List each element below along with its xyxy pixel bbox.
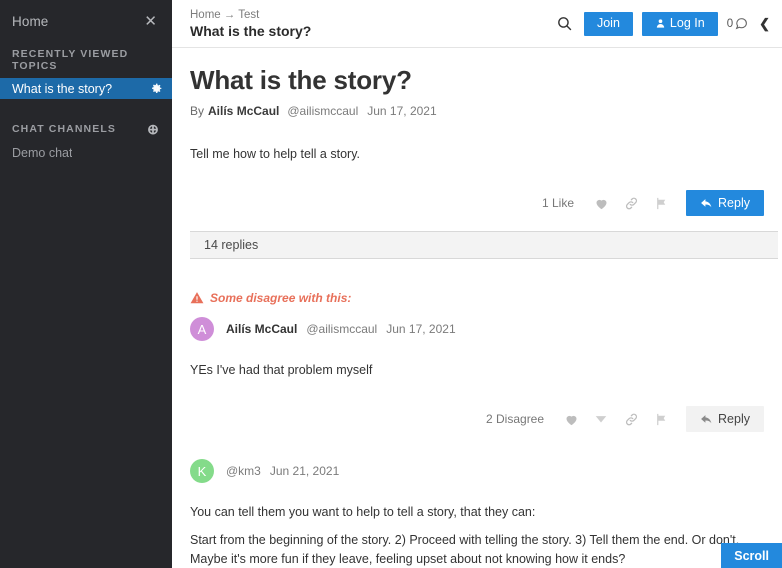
breadcrumb: Home → Test [190, 8, 555, 22]
sidebar-section-recent: RECENTLY VIEWED TOPICS [0, 42, 172, 78]
reply-post-2: K @km3 Jun 21, 2021 You can tell them yo… [172, 459, 782, 568]
avatar[interactable]: A [190, 317, 214, 341]
like-count: 1 Like [542, 196, 575, 210]
byline-handle[interactable]: @ailismccaul [287, 104, 358, 118]
close-icon[interactable]: ✕ [141, 12, 160, 31]
heart-icon[interactable] [586, 192, 616, 214]
gear-icon[interactable] [150, 82, 163, 95]
reply-author[interactable]: Ailís McCaul [226, 322, 297, 336]
chevron-left-icon[interactable]: ❮ [757, 16, 770, 32]
reply-arrow-icon [700, 413, 713, 426]
link-icon[interactable] [616, 408, 646, 430]
page-title: What is the story? [190, 22, 312, 39]
topic-content: What is the story? By Ailís McCaul @aili… [172, 48, 782, 568]
breadcrumb-home[interactable]: Home [190, 9, 221, 21]
sidebar-item-label: What is the story? [12, 81, 113, 96]
reply-date: Jun 17, 2021 [386, 322, 456, 336]
byline-by-label: By [190, 104, 205, 118]
reply-button-label: Reply [718, 412, 750, 426]
header-actions: Join Log In 0 ❮ [555, 11, 770, 36]
reply-actionbar: 2 Disagree Reply [190, 406, 768, 432]
disagree-notice: Some disagree with this: [190, 291, 768, 305]
sidebar-item-what-is-the-story[interactable]: What is the story? [0, 78, 172, 99]
heart-icon[interactable] [556, 408, 586, 430]
reply-paragraph: YEs I've had that problem myself [190, 363, 373, 377]
byline-author[interactable]: Ailís McCaul [208, 104, 279, 118]
reply-header: K @km3 Jun 21, 2021 [190, 459, 768, 483]
sidebar-section-recent-label: RECENTLY VIEWED TOPICS [12, 48, 129, 72]
topic-paragraph: Tell me how to help tell a story. [190, 147, 360, 161]
warning-icon [190, 291, 204, 305]
disagree-notice-label: Some disagree with this: [210, 291, 352, 305]
reply-handle[interactable]: @ailismccaul [306, 322, 377, 336]
breadcrumb-current[interactable]: Test [238, 9, 259, 21]
breadcrumb-separator: → [223, 8, 236, 21]
sidebar-section-chat: CHAT CHANNELS ⊕ [0, 116, 172, 142]
reply-body: YEs I've had that problem myself [190, 361, 768, 380]
topic-body: Tell me how to help tell a story. [190, 145, 768, 164]
topic-post: What is the story? By Ailís McCaul @aili… [172, 48, 782, 216]
sidebar-section-chat-label: CHAT CHANNELS [12, 123, 116, 135]
scroll-button[interactable]: Scroll [721, 543, 782, 568]
sidebar-header: Home ✕ [0, 0, 172, 42]
sidebar: Home ✕ RECENTLY VIEWED TOPICS What is th… [0, 0, 172, 568]
reply-button[interactable]: Reply [686, 190, 764, 216]
user-icon [655, 18, 666, 29]
avatar[interactable]: K [190, 459, 214, 483]
reply-post-1: Some disagree with this: A Ailís McCaul … [172, 291, 782, 432]
reply-button-label: Reply [718, 196, 750, 210]
reply-date: Jun 21, 2021 [269, 464, 340, 478]
arrow-down-icon[interactable] [586, 408, 616, 430]
topic-header: Home → Test What is the story? Join Log … [172, 0, 782, 48]
topic-title: What is the story? [190, 65, 412, 95]
flag-icon[interactable] [646, 192, 676, 214]
sidebar-item-label: Demo chat [12, 146, 73, 160]
sidebar-item-demo-chat[interactable]: Demo chat [0, 142, 172, 164]
search-icon[interactable] [555, 14, 575, 34]
reply-arrow-icon [700, 197, 713, 210]
login-button-label: Log In [669, 16, 705, 31]
reply-handle[interactable]: @km3 [226, 464, 261, 478]
replies-divider[interactable]: 14 replies [190, 231, 778, 259]
reply-button[interactable]: Reply [686, 406, 764, 432]
main-panel: Home → Test What is the story? Join Log … [172, 0, 782, 568]
add-channel-icon[interactable]: ⊕ [147, 122, 160, 136]
disagree-count: 2 Disagree [486, 412, 545, 426]
reply-body: You can tell them you want to help to te… [190, 503, 768, 568]
link-icon[interactable] [616, 192, 646, 214]
login-button[interactable]: Log In [641, 11, 718, 36]
sidebar-home-link[interactable]: Home [12, 14, 48, 29]
chat-bubble-icon [735, 17, 748, 30]
topic-byline: By Ailís McCaul @ailismccaul Jun 17, 202… [190, 104, 768, 118]
header-titles: Home → Test What is the story? [190, 8, 555, 40]
flag-icon[interactable] [646, 408, 676, 430]
reply-header: A Ailís McCaul @ailismccaul Jun 17, 2021 [190, 317, 768, 341]
chat-count-value: 0 [726, 17, 734, 30]
join-button[interactable]: Join [583, 11, 633, 36]
byline-date: Jun 17, 2021 [367, 104, 437, 118]
topic-actionbar: 1 Like Reply [190, 190, 768, 216]
app-root: Home ✕ RECENTLY VIEWED TOPICS What is th… [0, 0, 782, 568]
reply-paragraph: Start from the beginning of the story. 2… [190, 533, 740, 566]
chat-count-badge[interactable]: 0 [727, 17, 748, 30]
reply-paragraph: You can tell them you want to help to te… [190, 505, 536, 519]
